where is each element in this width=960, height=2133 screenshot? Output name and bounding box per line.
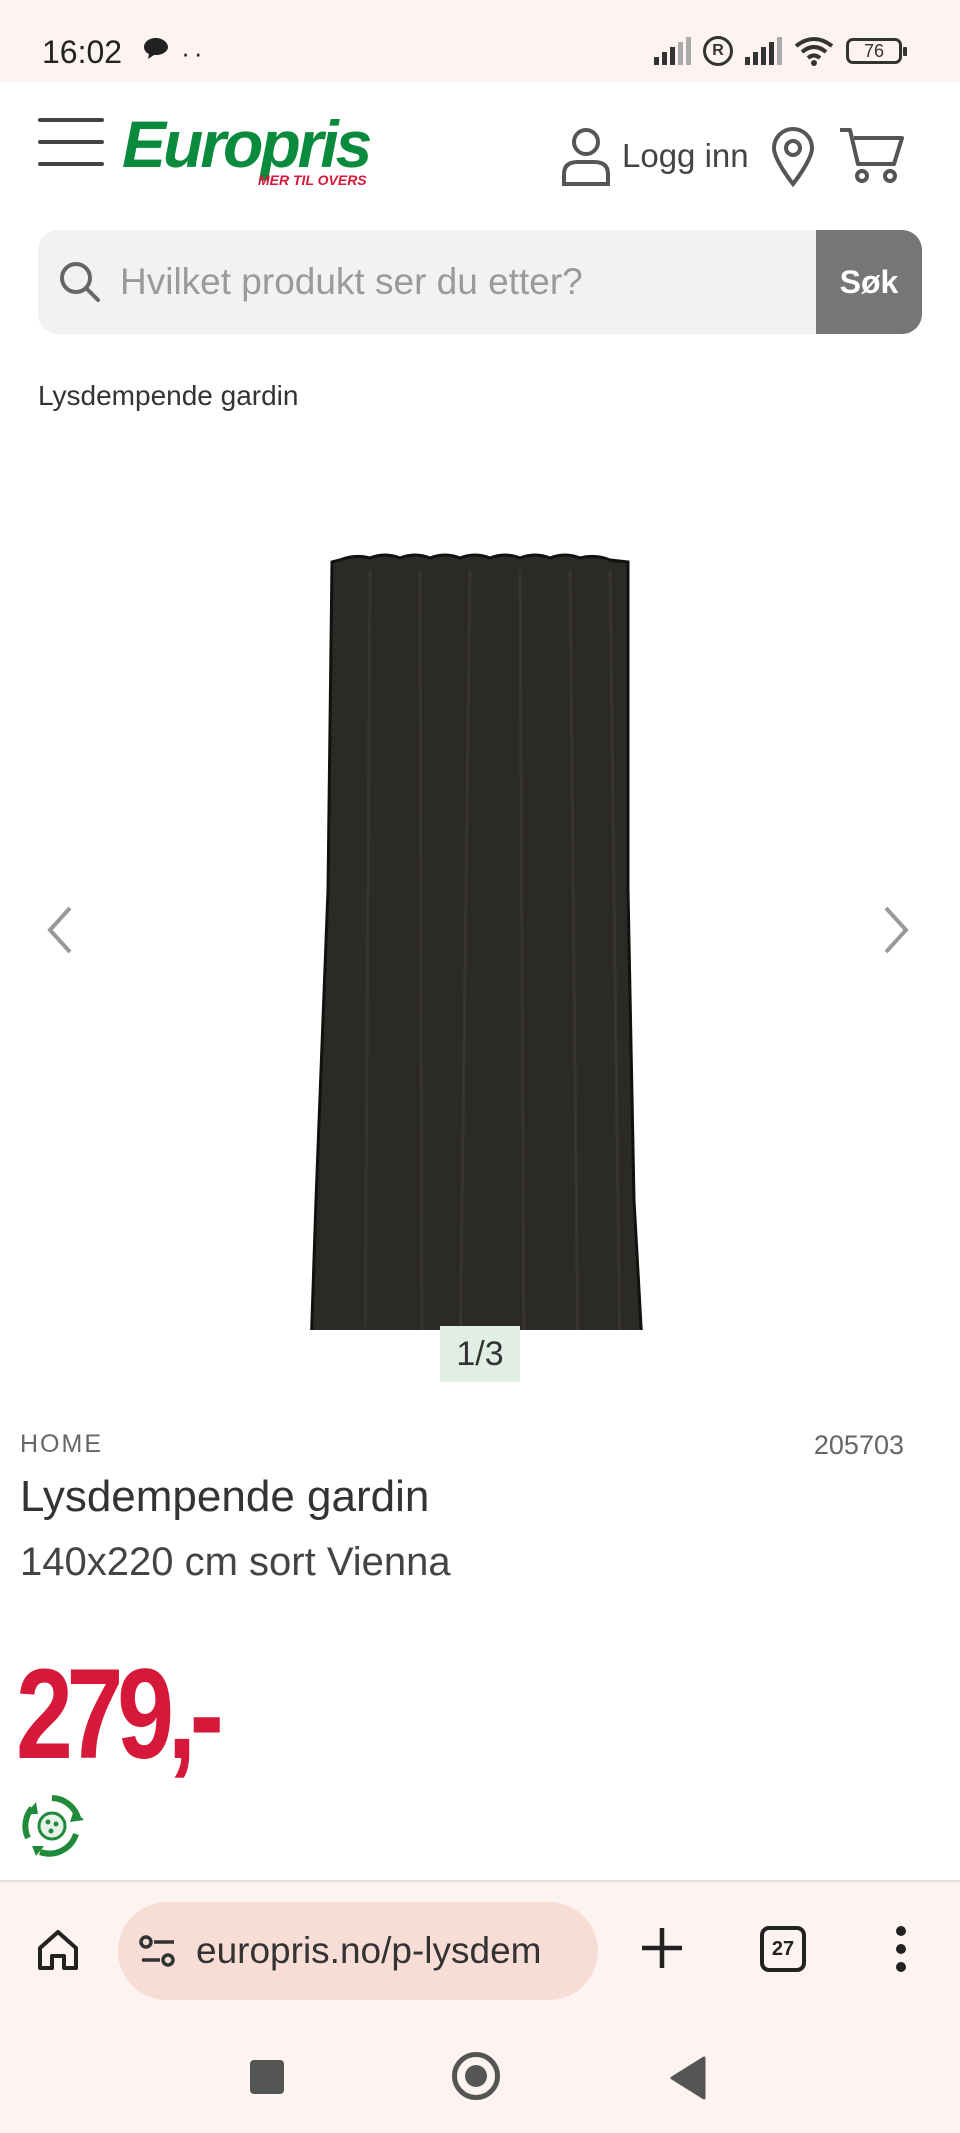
search-button[interactable]: Søk — [816, 230, 922, 334]
product-title: Lysdempende gardin — [20, 1472, 430, 1521]
notification-icons: ·· — [142, 36, 207, 69]
user-icon — [562, 128, 610, 186]
image-counter: 1/3 — [440, 1326, 520, 1382]
chat-icon — [144, 38, 168, 59]
cart-icon[interactable] — [838, 124, 906, 186]
page: 16:02 ·· R 76 Europris MER TIL OVERS Log… — [0, 0, 960, 2133]
system-home-button[interactable] — [452, 2052, 500, 2100]
system-navigation-bar — [0, 2020, 960, 2133]
tab-switcher-button[interactable]: 27 — [760, 1926, 806, 1972]
europris-logo[interactable]: Europris MER TIL OVERS — [122, 107, 372, 188]
status-time: 16:02 — [42, 34, 123, 70]
search-icon — [60, 262, 100, 302]
url-text: europris.no/p-lysdem — [196, 1930, 542, 1971]
product-sku: 205703 — [813, 1430, 904, 1460]
new-tab-plus-icon[interactable] — [636, 1922, 688, 1974]
home-icon[interactable] — [34, 1926, 82, 1974]
browser-toolbar: europris.no/p-lysdem 27 — [0, 1880, 960, 2020]
next-image-arrow[interactable] — [870, 900, 920, 960]
search-bar: Søk — [38, 230, 922, 334]
status-icons: R 76 — [654, 36, 907, 66]
site-settings-icon[interactable] — [138, 1932, 178, 1970]
menu-icon[interactable] — [38, 118, 104, 168]
logo-text: Europris — [122, 107, 372, 181]
product-price: 279,- — [16, 1643, 224, 1786]
search-input[interactable] — [120, 230, 840, 334]
location-pin-icon[interactable] — [770, 126, 816, 188]
more-dots-icon: ·· — [181, 38, 207, 68]
battery-icon: 76 — [846, 38, 907, 64]
previous-image-arrow[interactable] — [36, 900, 86, 960]
site-header: Europris MER TIL OVERS Logg inn — [0, 82, 960, 222]
product-brand: HOME — [20, 1430, 103, 1458]
recents-button[interactable] — [250, 2060, 284, 2094]
breadcrumb[interactable]: Lysdempende gardin — [38, 380, 298, 412]
more-options-icon[interactable] — [894, 1924, 908, 1974]
roaming-icon: R — [703, 36, 733, 66]
signal-icon — [654, 37, 691, 65]
address-bar[interactable]: europris.no/p-lysdem — [118, 1902, 598, 2000]
recycle-eco-icon[interactable] — [18, 1792, 86, 1860]
login-button[interactable]: Logg inn — [560, 126, 749, 186]
signal-icon-2 — [745, 37, 782, 65]
product-gallery: 1/3 — [0, 460, 960, 1395]
status-bar: 16:02 ·· R 76 — [0, 0, 960, 82]
back-button[interactable] — [668, 2056, 708, 2100]
product-image[interactable] — [310, 510, 650, 1330]
product-subtitle: 140x220 cm sort Vienna — [20, 1540, 451, 1584]
wifi-icon — [794, 37, 834, 66]
login-label: Logg inn — [622, 137, 749, 174]
logo-tagline: MER TIL OVERS — [258, 172, 367, 188]
